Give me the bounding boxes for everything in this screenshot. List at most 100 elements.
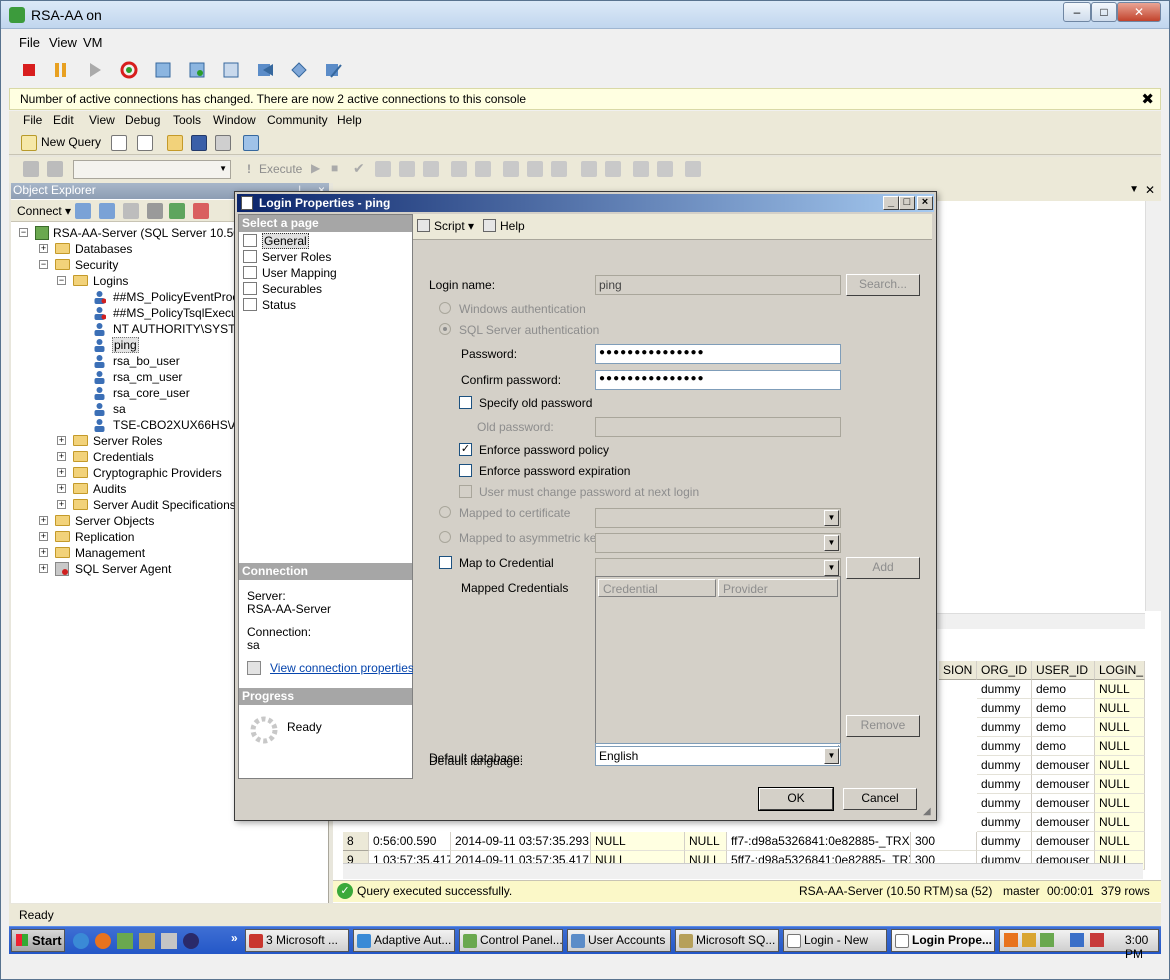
credential-column-header[interactable]: Credential <box>598 579 716 597</box>
change-connection-icon[interactable] <box>47 161 63 177</box>
expand-icon[interactable]: + <box>57 484 66 493</box>
expand-icon[interactable]: + <box>39 532 48 541</box>
grid-cell[interactable]: demo <box>1032 737 1095 756</box>
grid-cell[interactable]: NULL <box>1095 756 1145 775</box>
connect-button[interactable]: Connect ▾ <box>17 204 71 218</box>
grid-cell[interactable]: dummy <box>977 718 1032 737</box>
print-icon[interactable] <box>215 135 231 151</box>
specify-values-icon[interactable] <box>685 161 701 177</box>
grid-cell[interactable]: demouser <box>1032 775 1095 794</box>
grid-cell[interactable]: 2014-09-11 03:57:35.293 <box>451 832 591 851</box>
ssms-menu-file[interactable]: File <box>23 113 42 127</box>
tray-icon[interactable] <box>1040 933 1054 947</box>
vm-maximize-button[interactable]: □ <box>1091 2 1117 22</box>
page-server-roles[interactable]: Server Roles <box>243 250 331 264</box>
parse-icon[interactable]: ✔ <box>353 160 365 177</box>
document-icon[interactable] <box>111 135 127 151</box>
minimize-icon[interactable]: _ <box>883 196 899 210</box>
toolbar-icon[interactable] <box>451 161 467 177</box>
page-general[interactable]: General <box>243 233 309 249</box>
snapshot-manager-icon[interactable] <box>221 60 241 80</box>
grid-cell[interactable]: dummy <box>977 699 1032 718</box>
expand-icon[interactable]: + <box>57 452 66 461</box>
vm-menu-view[interactable]: View <box>49 35 77 50</box>
grid-cell[interactable]: NULL <box>1095 832 1145 851</box>
save-icon[interactable] <box>191 135 207 151</box>
grid-cell[interactable]: NULL <box>1095 775 1145 794</box>
toolbar-icon[interactable] <box>551 161 567 177</box>
grid-cell[interactable]: demo <box>1032 680 1095 699</box>
enforce-policy-checkbox[interactable]: ✓ <box>459 443 472 456</box>
enforce-expiration-checkbox[interactable] <box>459 464 472 477</box>
execute-button[interactable]: Execute <box>259 162 302 176</box>
mapped-credentials-list[interactable]: Credential Provider <box>595 576 841 756</box>
quicklaunch-icon[interactable] <box>117 933 133 949</box>
indent-icon[interactable] <box>633 161 649 177</box>
grid-cell[interactable]: NULL <box>1095 794 1145 813</box>
task-button[interactable]: Control Panel... <box>459 929 563 952</box>
overflow-icon[interactable]: » <box>231 931 238 945</box>
play-icon[interactable] <box>85 60 105 80</box>
quicklaunch-icon[interactable] <box>161 933 177 949</box>
task-button[interactable]: User Accounts <box>567 929 671 952</box>
grid-cell[interactable]: NULL <box>1095 699 1145 718</box>
grid-cell[interactable]: demouser <box>1032 756 1095 775</box>
vm-menu-file[interactable]: File <box>19 35 40 50</box>
ssms-menu-edit[interactable]: Edit <box>53 113 74 127</box>
vm-minimize-button[interactable]: – <box>1063 2 1091 22</box>
search-button[interactable]: Search... <box>846 274 920 296</box>
settings-icon[interactable] <box>255 60 275 80</box>
snapshot-icon[interactable] <box>153 60 173 80</box>
revert-icon[interactable] <box>187 60 207 80</box>
ssms-menu-tools[interactable]: Tools <box>173 113 201 127</box>
expand-icon[interactable]: + <box>39 548 48 557</box>
task-button[interactable]: Adaptive Aut... <box>353 929 455 952</box>
ssms-menu-debug[interactable]: Debug <box>125 113 160 127</box>
resize-grip-icon[interactable]: ◢ <box>923 806 931 817</box>
grid-cell[interactable]: dummy <box>977 680 1032 699</box>
grid-cell[interactable]: demouser <box>1032 794 1095 813</box>
expand-icon[interactable]: + <box>57 468 66 477</box>
quicklaunch-icon[interactable] <box>139 933 155 949</box>
firefox-icon[interactable] <box>95 933 111 949</box>
specify-old-password-checkbox[interactable] <box>459 396 472 409</box>
certificate-select[interactable]: ▼ <box>595 508 841 528</box>
task-button[interactable]: Login - New <box>783 929 887 952</box>
ok-button[interactable]: OK <box>758 787 834 811</box>
debug-icon[interactable]: ▶ <box>311 161 320 175</box>
collapse-icon[interactable]: − <box>39 260 48 269</box>
network-icon[interactable] <box>1070 933 1084 947</box>
grid-cell[interactable]: NULL <box>685 832 727 851</box>
map-credential-checkbox[interactable] <box>439 556 452 569</box>
toolbar-icon[interactable] <box>475 161 491 177</box>
grid-horizontal-scrollbar[interactable] <box>343 863 1143 879</box>
close-icon[interactable]: ✕ <box>1145 183 1155 197</box>
document-icon[interactable] <box>137 135 153 151</box>
toolbar-icon[interactable] <box>399 161 415 177</box>
grid-cell[interactable]: NULL <box>1095 813 1145 832</box>
grid-cell[interactable]: 300 <box>911 832 977 851</box>
reset-icon[interactable] <box>119 60 139 80</box>
tray-icon[interactable] <box>1004 933 1018 947</box>
task-button[interactable]: Microsoft SQ... <box>675 929 779 952</box>
start-button[interactable]: Start <box>11 929 65 952</box>
confirm-password-field[interactable]: ●●●●●●●●●●●●●●● <box>595 370 841 390</box>
grid-cell[interactable]: demouser <box>1032 813 1095 832</box>
windows-auth-radio[interactable] <box>439 302 451 314</box>
expand-icon[interactable]: + <box>57 436 66 445</box>
ssms-menu-view[interactable]: View <box>89 113 115 127</box>
grid-cell[interactable]: dummy <box>977 756 1032 775</box>
stop-icon[interactable] <box>123 203 139 219</box>
script-button[interactable]: Script ▾ <box>417 219 474 233</box>
login-name-field[interactable]: ping <box>595 275 841 295</box>
grid-cell[interactable]: NULL <box>1095 718 1145 737</box>
activity-icon[interactable] <box>193 203 209 219</box>
grid-cell[interactable]: 0:56:00.590 <box>369 832 451 851</box>
edit-settings-icon[interactable] <box>323 60 343 80</box>
grid-cell[interactable]: demo <box>1032 718 1095 737</box>
stop-icon[interactable] <box>19 60 39 80</box>
tools-icon[interactable] <box>289 60 309 80</box>
page-securables[interactable]: Securables <box>243 282 322 296</box>
grid-header[interactable]: ORG_ID <box>977 661 1032 680</box>
grid-cell[interactable]: dummy <box>977 832 1032 851</box>
